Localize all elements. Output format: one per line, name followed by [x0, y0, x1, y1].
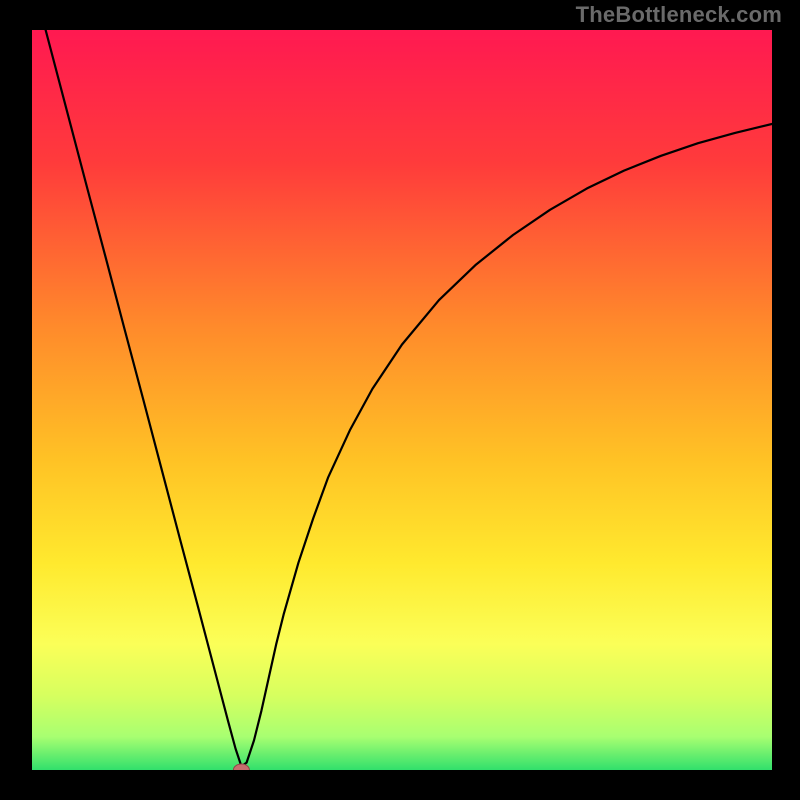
watermark-text: TheBottleneck.com	[576, 2, 782, 28]
plot-area	[32, 30, 772, 770]
plot-svg	[32, 30, 772, 770]
chart-frame: TheBottleneck.com	[0, 0, 800, 800]
